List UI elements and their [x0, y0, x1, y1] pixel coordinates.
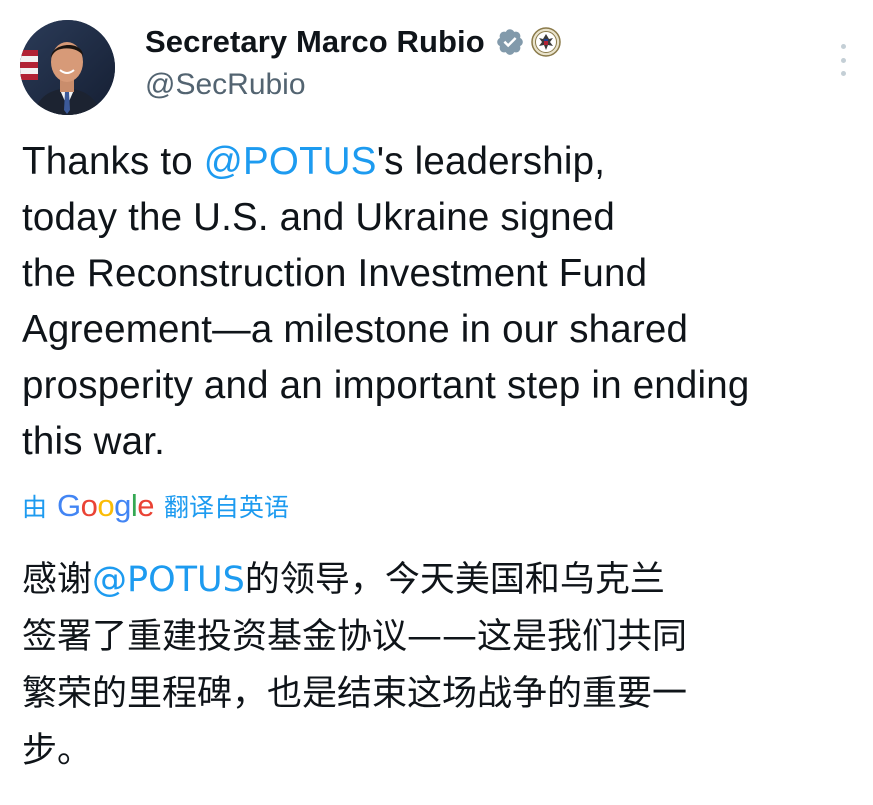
author-name-row: Secretary Marco Rubio — [145, 24, 561, 60]
tweet-card: Secretary Marco Rubio @SecRubio Thanks t… — [0, 0, 873, 805]
tweet-text-segment: Thanks to — [22, 140, 204, 183]
more-dot — [840, 44, 846, 49]
translated-by-suffix: 翻译自英语 — [164, 493, 290, 522]
more-dot — [840, 57, 846, 63]
author-display-name[interactable]: Secretary Marco Rubio — [145, 24, 485, 60]
translated-by-google-link[interactable]: 由 Google 翻译自英语 — [22, 488, 289, 524]
translated-tweet-text: 感谢@POTUS的领导，今天美国和乌克兰 签署了重建投资基金协议——这是我们共同… — [22, 552, 862, 780]
translated-line: 繁荣的里程碑，也是结束这场战争的重要一 — [22, 674, 688, 714]
tweet-line: Thanks to @POTUS's leadership, — [22, 134, 862, 190]
avatar-photo — [20, 20, 115, 115]
tweet-line: prosperity and an important step in endi… — [22, 364, 750, 407]
state-department-seal-icon[interactable] — [531, 27, 561, 57]
translated-line: 签署了重建投资基金协议——这是我们共同 — [22, 617, 688, 657]
tweet-line: this war. — [22, 420, 166, 463]
tweet-line: the Reconstruction Investment Fund — [22, 252, 648, 295]
translated-line: 感谢@POTUS的领导，今天美国和乌克兰 — [22, 552, 862, 609]
more-dot — [840, 71, 846, 76]
avatar[interactable] — [20, 20, 115, 115]
more-options-icon[interactable] — [828, 40, 858, 80]
tweet-text: Thanks to @POTUS's leadership, today the… — [22, 134, 862, 470]
tweet-text-segment: 's leadership, — [376, 140, 606, 183]
tweet-line: Agreement—a milestone in our shared — [22, 308, 689, 351]
google-logo: Google — [57, 488, 155, 523]
translated-line: 步。 — [22, 731, 93, 771]
verified-badge-icon[interactable] — [495, 27, 525, 57]
translated-text-segment: 的领导，今天美国和乌克兰 — [244, 560, 665, 600]
translated-text-segment: 感谢 — [22, 560, 93, 600]
mention-link[interactable]: @POTUS — [92, 560, 245, 600]
tweet-line: today the U.S. and Ukraine signed — [22, 196, 616, 239]
mention-link[interactable]: @POTUS — [204, 140, 377, 183]
translated-by-prefix: 由 — [22, 493, 48, 522]
author-handle[interactable]: @SecRubio — [145, 68, 306, 102]
